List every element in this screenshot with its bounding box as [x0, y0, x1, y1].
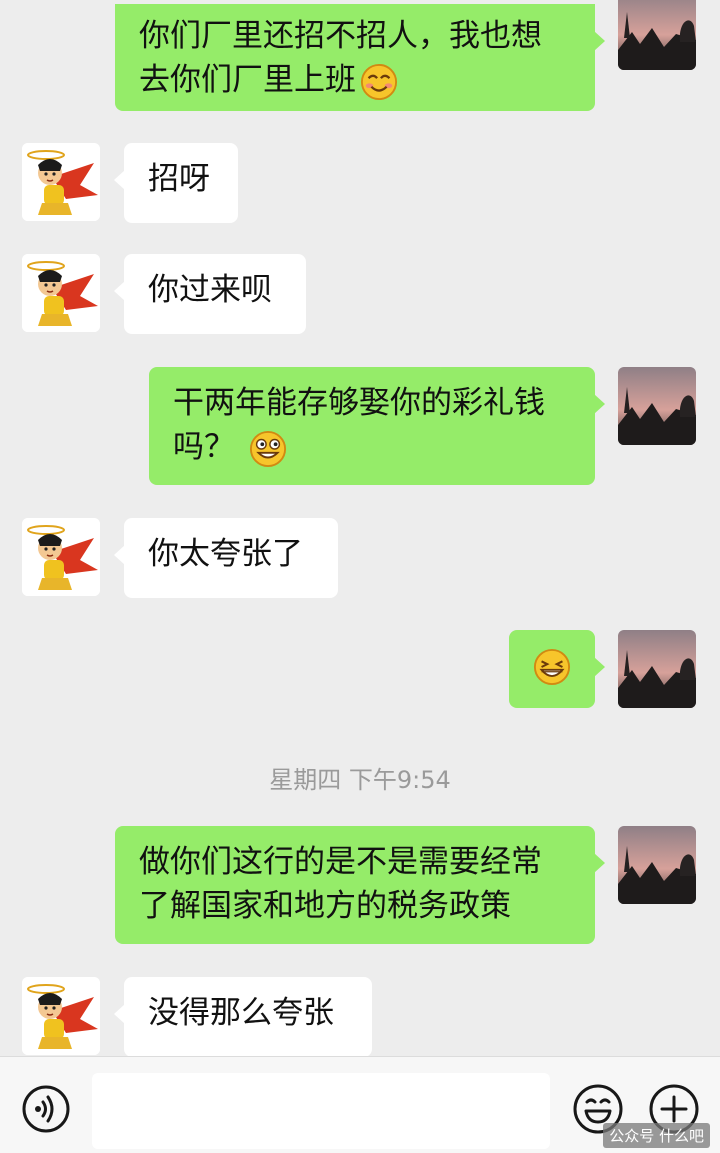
message-text: 做你们这行的是不是需要经常 [139, 844, 542, 880]
contact-avatar[interactable] [22, 254, 100, 332]
message-input[interactable] [92, 1073, 550, 1149]
voice-input-icon[interactable] [21, 1084, 71, 1134]
incoming-message-bubble[interactable]: 你太夸张了 [114, 518, 338, 598]
my-avatar[interactable] [618, 0, 696, 70]
incoming-message-bubble[interactable]: 你过来呗 [114, 254, 306, 334]
message-text: 你们厂里还招不招人，我也想 [139, 18, 542, 54]
outgoing-message-bubble[interactable] [509, 630, 605, 708]
contact-avatar[interactable] [22, 977, 100, 1055]
message-text: 没得那么夸张 [148, 995, 334, 1031]
contact-avatar[interactable] [22, 143, 100, 221]
message-text: 吗？ [173, 425, 571, 469]
my-avatar[interactable] [618, 826, 696, 904]
grinning-squint-emoji-icon [533, 648, 571, 686]
outgoing-message-bubble[interactable]: 你们厂里还招不招人，我也想 去你们厂里上班 [115, 4, 605, 111]
smiling-blush-emoji-icon [360, 63, 398, 100]
my-avatar[interactable] [618, 367, 696, 445]
my-avatar[interactable] [618, 630, 696, 708]
message-text: 了解国家和地方的税务政策 [139, 888, 511, 924]
outgoing-message-bubble[interactable]: 做你们这行的是不是需要经常 了解国家和地方的税务政策 [115, 826, 605, 944]
message-text: 你太夸张了 [148, 536, 303, 572]
chat-message-list[interactable]: 你们厂里还招不招人，我也想 去你们厂里上班 招呀 你过来呗 干两年能存够娶你的彩… [0, 0, 720, 1056]
incoming-message-bubble[interactable]: 招呀 [114, 143, 238, 223]
contact-avatar[interactable] [22, 518, 100, 596]
message-text: 去你们厂里上班 [139, 58, 571, 102]
message-timestamp: 星期四 下午9:54 [269, 766, 451, 794]
watermark-label: 公众号 什么吧 [603, 1123, 710, 1148]
message-text: 干两年能存够娶你的彩礼钱 [173, 385, 545, 421]
message-text: 你过来呗 [148, 272, 272, 308]
message-text: 招呀 [148, 161, 210, 197]
grinning-wink-emoji-icon [249, 430, 286, 467]
incoming-message-bubble[interactable]: 没得那么夸张 [114, 977, 372, 1056]
outgoing-message-bubble[interactable]: 干两年能存够娶你的彩礼钱 吗？ [149, 367, 605, 485]
